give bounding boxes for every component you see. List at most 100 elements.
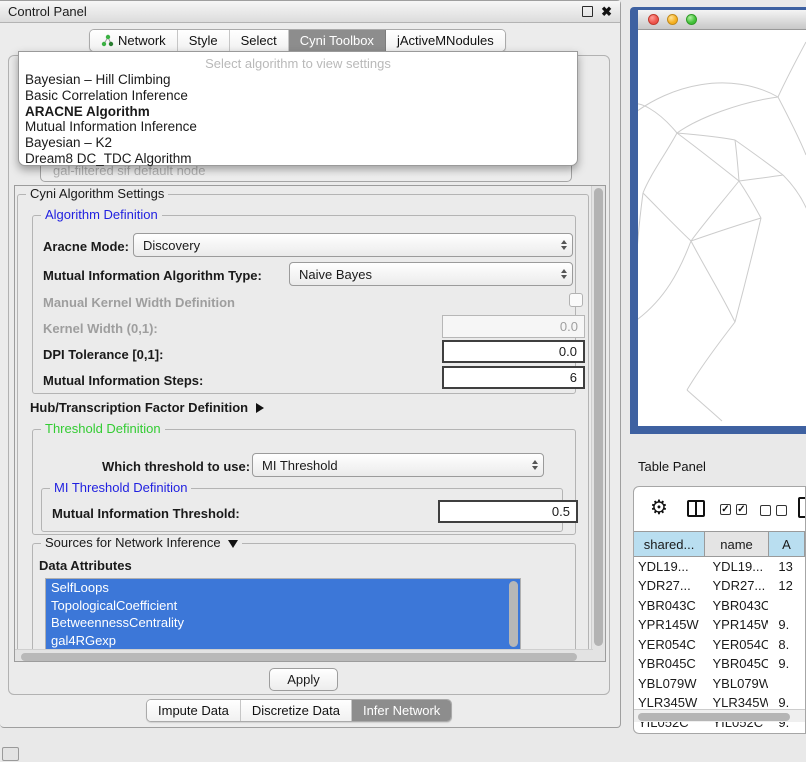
- control-panel-titlebar[interactable]: Control Panel ✖: [0, 1, 620, 23]
- tab-impute-data[interactable]: Impute Data: [147, 700, 241, 721]
- table-row[interactable]: YBR043CYBR043C: [634, 596, 805, 616]
- cyni-algorithm-settings-group: Cyni Algorithm Settings Algorithm Defini…: [17, 194, 589, 662]
- table-cell: 9.: [768, 616, 805, 636]
- table-cell: YDR27...: [634, 577, 705, 597]
- kernel-width-input[interactable]: 0.0: [442, 315, 585, 338]
- tab-jactivemnodules[interactable]: jActiveMNodules: [386, 30, 505, 51]
- mi-threshold-input[interactable]: 0.5: [438, 500, 578, 523]
- table-cell: YDR27...: [705, 577, 769, 597]
- expand-right-icon: [256, 403, 264, 413]
- table-cell: YBR043C: [634, 596, 705, 616]
- table-cell: YBR045C: [634, 655, 705, 675]
- data-attributes-list: SelfLoopsTopologicalCoefficientBetweenne…: [46, 579, 520, 650]
- mi-steps-label: Mutual Information Steps:: [43, 373, 203, 388]
- mi-algorithm-type-combo[interactable]: Naive Bayes: [289, 262, 573, 286]
- data-attributes-label: Data Attributes: [39, 558, 132, 573]
- table-row[interactable]: YDR27...YDR27...12: [634, 577, 805, 597]
- stepper-icon: [561, 240, 567, 251]
- data-attribute-item[interactable]: gal4RGexp: [46, 632, 520, 650]
- sources-legend[interactable]: Sources for Network Inference: [41, 535, 242, 550]
- settings-pane: Cyni Algorithm Settings Algorithm Defini…: [14, 185, 606, 662]
- tab-select[interactable]: Select: [230, 30, 289, 51]
- hub-definition-toggle[interactable]: Hub/Transcription Factor Definition: [30, 400, 264, 415]
- table-column-header[interactable]: name: [705, 532, 769, 556]
- unchecked-checkbox-icon[interactable]: [760, 505, 771, 516]
- mi-threshold-legend: MI Threshold Definition: [50, 480, 191, 495]
- table-row[interactable]: YER054CYER054C8.: [634, 635, 805, 655]
- table-cell: YPR145W: [705, 616, 769, 636]
- apply-button[interactable]: Apply: [269, 668, 338, 691]
- algorithm-option[interactable]: Dream8 DC_TDC Algorithm: [19, 151, 577, 167]
- table-cell: 9.: [768, 655, 805, 675]
- mi-steps-input[interactable]: 6: [442, 366, 585, 389]
- unchecked-checkbox-icon[interactable]: [776, 505, 787, 516]
- mi-threshold-group: MI Threshold Definition Mutual Informati…: [41, 488, 563, 532]
- algorithm-option[interactable]: Bayesian – K2: [19, 135, 577, 151]
- checked-checkbox-icon[interactable]: ✓: [720, 504, 731, 515]
- table-cell: YBR045C: [705, 655, 769, 675]
- mi-threshold-label: Mutual Information Threshold:: [52, 506, 240, 521]
- kernel-width-label: Kernel Width (0,1):: [43, 321, 158, 336]
- table-row[interactable]: YBR045CYBR045C9.: [634, 655, 805, 675]
- table-cell: YER054C: [705, 635, 769, 655]
- algorithm-option[interactable]: Mutual Information Inference: [19, 119, 577, 135]
- network-canvas[interactable]: [638, 30, 806, 425]
- table-row[interactable]: YPR145WYPR145W9.: [634, 616, 805, 636]
- table-cell: 12: [768, 577, 805, 597]
- tab-style[interactable]: Style: [178, 30, 230, 51]
- aracne-mode-combo[interactable]: Discovery: [133, 233, 573, 257]
- algorithm-option[interactable]: ARACNE Algorithm: [19, 104, 577, 120]
- table-column-header[interactable]: shared...: [634, 532, 705, 556]
- network-graph: [638, 30, 806, 425]
- list-scrollbar[interactable]: [509, 581, 518, 647]
- sources-group: Sources for Network Inference Data Attri…: [32, 543, 576, 661]
- tab-discretize-data[interactable]: Discretize Data: [241, 700, 352, 721]
- collapsed-panel-icon[interactable]: [2, 747, 19, 761]
- table-cell: YBR043C: [705, 596, 769, 616]
- algorithm-option[interactable]: Bayesian – Hill Climbing: [19, 72, 577, 88]
- float-icon[interactable]: [582, 6, 593, 17]
- aracne-mode-label: Aracne Mode:: [43, 239, 129, 254]
- manual-kernel-label: Manual Kernel Width Definition: [43, 295, 235, 310]
- zoom-traffic-light[interactable]: [686, 14, 697, 25]
- data-attribute-item[interactable]: TopologicalCoefficient: [46, 597, 520, 615]
- table-horizontal-scrollbar[interactable]: [634, 709, 806, 722]
- threshold-definition-legend: Threshold Definition: [41, 421, 165, 436]
- table-cell: YPR145W: [634, 616, 705, 636]
- split-columns-icon[interactable]: [687, 500, 705, 517]
- minimize-traffic-light[interactable]: [667, 14, 678, 25]
- table-cell: YBL079W: [705, 674, 769, 694]
- table-column-header[interactable]: A: [769, 532, 805, 556]
- settings-vertical-scrollbar[interactable]: [591, 186, 605, 662]
- stepper-icon: [532, 460, 538, 471]
- mi-type-label: Mutual Information Algorithm Type:: [43, 268, 262, 283]
- settings-horizontal-scrollbar[interactable]: [15, 649, 593, 662]
- table-cell: YDL19...: [705, 557, 769, 577]
- algorithm-definition-legend: Algorithm Definition: [41, 207, 162, 222]
- gear-icon[interactable]: ⚙: [650, 498, 668, 518]
- network-window-titlebar[interactable]: [638, 10, 806, 30]
- table-toolbar: ⚙ ✓ ✓: [634, 487, 805, 531]
- table-cell: [768, 596, 805, 616]
- tab-infer-network[interactable]: Infer Network: [352, 700, 451, 721]
- close-icon[interactable]: ✖: [601, 6, 612, 17]
- dpi-tolerance-label: DPI Tolerance [0,1]:: [43, 347, 163, 362]
- tab-network[interactable]: Network: [90, 30, 178, 51]
- data-attribute-item[interactable]: BetweennessCentrality: [46, 614, 520, 632]
- table-cell: 8.: [768, 635, 805, 655]
- table-row[interactable]: YBL079WYBL079W: [634, 674, 805, 694]
- manual-kernel-checkbox[interactable]: [569, 293, 583, 307]
- network-icon: [101, 34, 114, 47]
- checked-checkbox-icon[interactable]: ✓: [736, 504, 747, 515]
- close-traffic-light[interactable]: [648, 14, 659, 25]
- data-attribute-item[interactable]: SelfLoops: [46, 579, 520, 597]
- table-body: YDL19...YDL19...13YDR27...YDR27...12YBR0…: [634, 557, 805, 733]
- which-threshold-combo[interactable]: MI Threshold: [252, 453, 544, 477]
- algorithm-option[interactable]: Basic Correlation Inference: [19, 88, 577, 104]
- dpi-tolerance-input[interactable]: 0.0: [442, 340, 585, 363]
- tab-cyni-toolbox[interactable]: Cyni Toolbox: [289, 30, 386, 51]
- document-icon[interactable]: [798, 497, 806, 518]
- network-window: [638, 10, 806, 426]
- table-row[interactable]: YDL19...YDL19...13: [634, 557, 805, 577]
- data-attributes-listbox: SelfLoopsTopologicalCoefficientBetweenne…: [45, 578, 521, 650]
